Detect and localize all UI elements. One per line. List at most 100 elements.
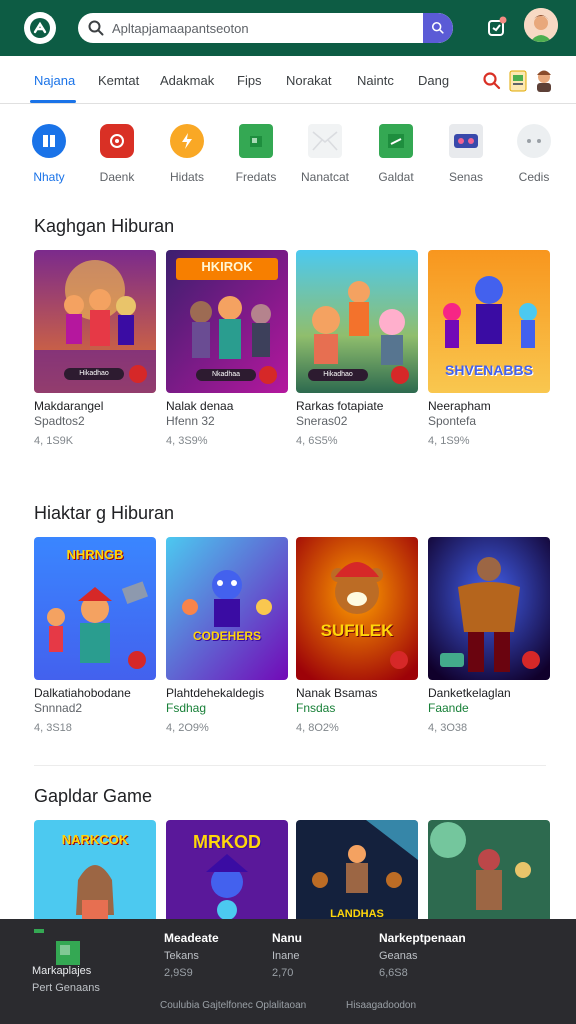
category-senas[interactable]: Senas [431, 120, 501, 184]
category-nanatcat[interactable]: Nanatcat [290, 120, 360, 184]
app-title: Nanak Bsamas [296, 686, 378, 700]
envelope-icon [308, 124, 342, 158]
search-submit-button[interactable] [423, 13, 453, 43]
app-card[interactable] [428, 820, 550, 920]
tab-najana[interactable]: Najana [34, 73, 75, 88]
card-badge: Hikadhao [64, 368, 124, 380]
app-thumbnail: NHRNGB [34, 537, 156, 680]
app-card[interactable]: Danketkelaglan Faande 4, 3O38 [428, 537, 550, 734]
footer-col-sub: Geanas [379, 950, 418, 962]
footer-col[interactable]: Meadeate Tekans 2,9S9 [164, 931, 219, 979]
app-subtitle: Hfenn 32 [166, 414, 215, 428]
section-title: Kaghgan Hiburan [34, 216, 175, 236]
app-card[interactable]: CODEHERS Plahtdehekaldegis Fsdhag 4, 2O9… [166, 537, 288, 734]
tab-kemtat[interactable]: Kemtat [98, 73, 139, 88]
category-cedis[interactable]: Cedis [499, 120, 569, 184]
tab-norakat[interactable]: Norakat [286, 73, 332, 88]
footer-col-value: 2,9S9 [164, 967, 193, 979]
app-card[interactable]: MRKOD [166, 820, 288, 920]
app-title: Plahtdehekaldegis [166, 686, 265, 700]
app-title: Nalak denaa [166, 399, 234, 413]
app-card[interactable]: Hikadhao Makdarangel Spadtos2 4, 1S9K [34, 250, 156, 447]
app-card[interactable]: LANDHAS [296, 820, 418, 920]
app-row: Hikadhao Makdarangel Spadtos2 4, 1S9K HK… [34, 250, 554, 460]
app-logo-icon[interactable] [24, 12, 56, 44]
app-card[interactable]: Hikadhao Rarkas fotapiate Sneras02 4, 6S… [296, 250, 418, 447]
app-card[interactable]: SHVENABBS Neerapham Spontefa 4, 1S9% [428, 250, 550, 447]
app-card[interactable]: SUFILEK Nanak Bsamas Fnsdas 4, 8O2% [296, 537, 418, 734]
app-title: Dalkatiahobodane [34, 686, 131, 700]
app-row: NHRNGB Dalkatiahobodane Snnnad2 4, 3S18 … [34, 537, 554, 747]
footer-col[interactable]: Narkeptpenaan Geanas 6,6S8 [379, 931, 466, 979]
footer-col-head: Nanu [272, 931, 302, 945]
app-rating: 4, 8O2% [296, 722, 339, 734]
category-hidats[interactable]: Hidats [152, 120, 222, 184]
play-icon [390, 651, 408, 669]
user-avatar[interactable] [524, 8, 558, 42]
app-subtitle: Fsdhag [166, 701, 207, 715]
tab-adakmak[interactable]: Adakmak [160, 73, 214, 88]
category-nhaty[interactable]: Nhaty [14, 120, 84, 184]
card-banner: CODEHERS [192, 629, 261, 643]
app-subtitle: Faande [428, 701, 469, 715]
app-thumbnail [428, 537, 550, 680]
footer-app-name: Markaplajes [32, 965, 92, 977]
footer-bar: Markaplajes Pert Genaans Meadeate Tekans… [0, 919, 576, 1024]
search-icon[interactable] [482, 71, 502, 91]
notification-icon[interactable] [486, 16, 508, 38]
document-icon[interactable] [509, 70, 527, 92]
tab-dang[interactable]: Dang [418, 73, 449, 88]
app-thumbnail: NARKCOK [34, 820, 156, 920]
card-banner: SUFILEK [320, 621, 394, 640]
footer-col-head: Meadeate [164, 931, 219, 945]
app-title: Neerapham [428, 399, 491, 413]
search-bar[interactable] [78, 13, 453, 43]
app-card[interactable]: NARKCOK [34, 820, 156, 920]
app-thumbnail: Hikadhao [34, 250, 156, 393]
app-rating: 4, 1S9% [428, 435, 470, 447]
footer-app-block[interactable]: Markaplajes Pert Genaans [32, 965, 100, 994]
tab-fips[interactable]: Fips [237, 73, 262, 88]
grid-icon [32, 124, 66, 158]
badge-icon [440, 653, 464, 667]
category-daenk[interactable]: Daenk [82, 120, 152, 184]
app-title: Rarkas fotapiate [296, 399, 384, 413]
footer-app-sub: Pert Genaans [32, 982, 100, 994]
category-label: Nhaty [33, 170, 65, 184]
footer-col-sub: Tekans [164, 950, 199, 962]
play-icon [391, 366, 409, 384]
category-galdat[interactable]: Galdat [361, 120, 431, 184]
app-card[interactable]: HKIROK Nkadhaa Nalak denaa Hfenn 32 4, 3… [166, 250, 288, 447]
footer-col-head: Narkeptpenaan [379, 931, 466, 945]
search-input[interactable] [112, 20, 412, 36]
app-card[interactable]: NHRNGB Dalkatiahobodane Snnnad2 4, 3S18 [34, 537, 156, 734]
app-rating: 4, 3S9% [166, 435, 208, 447]
gamepad-icon [449, 124, 483, 158]
category-shortcuts: Nhaty Daenk Hidats Fredats Nanatcat Gald… [0, 120, 576, 190]
footer-col[interactable]: Nanu Inane 2,70 [272, 931, 302, 979]
section-title: Gapldar Game [34, 786, 153, 806]
category-label: Senas [448, 170, 484, 184]
app-rating: 4, 2O9% [166, 722, 209, 734]
app-thumbnail: SHVENABBS [428, 250, 550, 393]
section-divider [34, 765, 546, 766]
tab-naintc[interactable]: Naintc [357, 73, 394, 88]
footer-link[interactable]: Hisaagadoodon [346, 1000, 416, 1011]
play-icon [259, 366, 277, 384]
card-banner: NHRNGB [66, 547, 124, 562]
search-icon [431, 21, 444, 34]
category-fredats[interactable]: Fredats [221, 120, 291, 184]
profile-icon[interactable] [533, 68, 555, 92]
play-icon [128, 651, 146, 669]
app-title: Makdarangel [34, 399, 104, 413]
section-title: Hiaktar g Hiburan [34, 503, 175, 523]
footer-col-value: 2,70 [272, 967, 294, 979]
app-thumbnail [428, 820, 550, 920]
app-rating: 4, 1S9K [34, 435, 74, 447]
category-tabs: Najana Kemtat Adakmak Fips Norakat Naint… [0, 56, 576, 104]
app-rating: 4, 3O38 [428, 722, 468, 734]
card-badge: Nkadhaa [196, 369, 256, 381]
card-badge: Hikadhao [308, 369, 368, 381]
footer-link[interactable]: Coulubia Gajtelfonec Oplalitaoan [160, 1000, 306, 1011]
app-thumbnail: HKIROK Nkadhaa [166, 250, 288, 393]
